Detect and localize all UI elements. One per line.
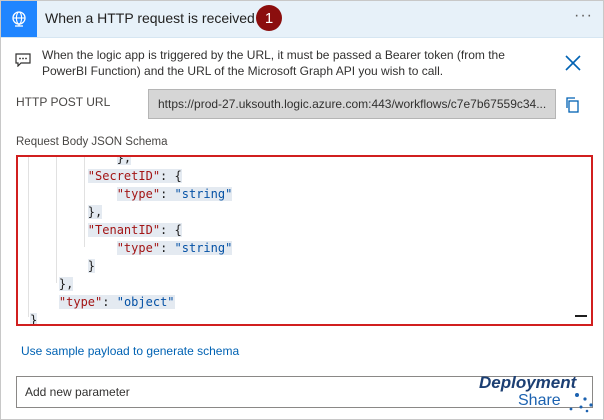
http-post-url-label: HTTP POST URL — [16, 95, 111, 109]
code-line: "SecretID": { — [87, 169, 182, 183]
copy-url-button[interactable] — [563, 95, 583, 115]
step-number-badge: 1 — [256, 5, 282, 31]
schema-label: Request Body JSON Schema — [16, 136, 168, 148]
code-line: }, — [87, 205, 103, 219]
code-line: "type": "object" — [58, 295, 175, 309]
code-line: }, — [58, 277, 74, 291]
logo-text-primary: Deployment — [479, 373, 577, 392]
http-post-url-field[interactable]: https://prod-27.uksouth.logic.azure.com:… — [148, 89, 556, 119]
code-line: } — [30, 313, 38, 326]
logo-dots-icon — [569, 393, 593, 413]
code-line: "TenantID": { — [87, 223, 182, 237]
deployment-share-logo: Deployment Share — [479, 373, 603, 417]
info-message-icon — [15, 53, 31, 70]
info-message: When the logic app is triggered by the U… — [42, 48, 505, 78]
more-options-button[interactable]: ··· — [574, 7, 593, 25]
http-request-icon — [1, 1, 37, 37]
editor-cursor-marker — [575, 315, 587, 317]
code-line: } — [87, 259, 96, 273]
trigger-title: When a HTTP request is received — [45, 10, 255, 26]
generate-schema-link[interactable]: Use sample payload to generate schema — [21, 344, 239, 358]
schema-editor[interactable]: }, "SecretID": { "type": "string" }, "Te… — [16, 155, 593, 326]
trigger-card: When a HTTP request is received 1 ··· Wh… — [0, 0, 604, 420]
close-icon — [565, 55, 581, 71]
code-line: }, — [30, 157, 132, 167]
code-line: "type": "string" — [116, 241, 233, 255]
trigger-header[interactable]: When a HTTP request is received 1 ··· — [1, 1, 603, 38]
code-line: "type": "string" — [116, 187, 233, 201]
close-info-button[interactable] — [561, 51, 585, 75]
logo-text-secondary: Share — [518, 392, 561, 409]
indent-guide — [28, 157, 29, 317]
copy-icon — [566, 97, 579, 113]
